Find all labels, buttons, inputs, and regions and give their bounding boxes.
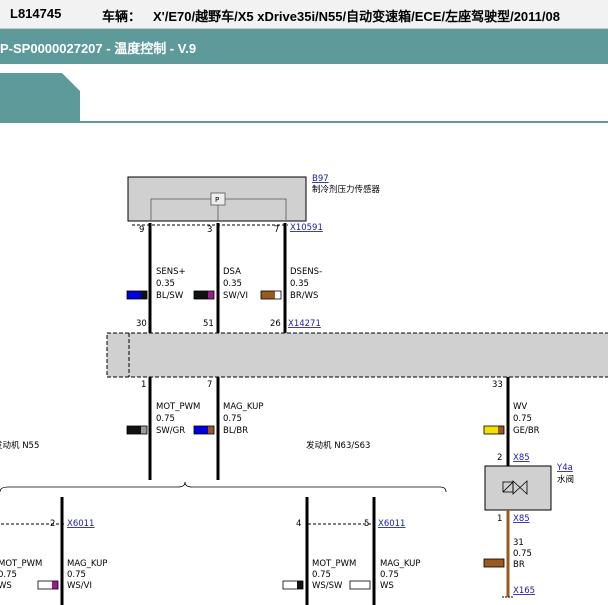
svg-text:BR/WS: BR/WS [290,291,318,301]
svg-text:GE/BR: GE/BR [513,426,540,436]
svg-text:31: 31 [513,538,524,548]
svg-text:BR: BR [513,560,525,570]
pin-9: 9 [139,225,144,235]
control-module-block [106,332,608,378]
variant-label-n55: 发动机 N55 [0,440,39,451]
valve-y4a-link[interactable]: Y4a [556,463,573,473]
wire-swatch-bl-br [193,425,215,435]
pin-valve-1: 1 [497,514,502,524]
wire-swatch-ws-vi [37,580,59,590]
wire-label-dsa: DSA 0.35 SW/VI [223,267,248,301]
pin-51: 51 [203,319,214,329]
pressure-symbol: P [215,196,219,204]
wire-label-mag-kup: MAG_KUP 0.75 BL/BR [223,402,264,436]
svg-text:0.75: 0.75 [513,549,532,559]
connector-x85-top-link[interactable]: X85 [513,453,530,463]
wire-label-31: 31 0.75 BR [513,538,532,570]
svg-text:0.75: 0.75 [223,414,242,424]
svg-text:0.75: 0.75 [312,570,331,580]
connector-x85-bottom-link[interactable]: X85 [513,514,530,524]
wire-swatch-ws-sw [282,580,304,590]
svg-text:BL/SW: BL/SW [156,291,184,301]
svg-text:WV: WV [513,402,527,412]
svg-text:0.75: 0.75 [156,414,175,424]
svg-text:0.35: 0.35 [290,279,309,289]
svg-text:0.75: 0.75 [67,570,86,580]
wire-swatch-ws [349,580,371,590]
svg-text:MOT_PWM: MOT_PWM [0,559,42,569]
svg-text:SW/VI: SW/VI [223,291,248,301]
connector-x165-link[interactable]: X165 [513,586,535,596]
svg-text:0.75: 0.75 [0,570,17,580]
svg-text:SW/GR: SW/GR [156,426,185,436]
pin-5: 5 [364,519,369,529]
wire-swatch-ge-br [483,425,505,435]
svg-text:MOT_PWM: MOT_PWM [312,559,356,569]
connector-x6011-left-link[interactable]: X6011 [67,519,94,529]
connector-x14271-link[interactable]: X14271 [288,319,321,329]
connector-x6011-right-link[interactable]: X6011 [378,519,405,529]
sensor-b97-name: 制冷剂压力传感器 [312,184,381,195]
sensor-b97-link[interactable]: B97 [312,174,329,184]
pin-valve-2: 2 [497,453,502,463]
pin-1: 1 [141,380,146,390]
wire-swatch-sw-gr [126,425,148,435]
pin-7-lower: 7 [207,380,212,390]
svg-text:WS: WS [380,581,394,591]
svg-text:MAG_KUP: MAG_KUP [380,559,421,569]
wire-swatch-br-ws [260,290,282,300]
connector-x10591-link[interactable]: X10591 [290,223,323,233]
wire-swatch-sw-vi [193,290,215,300]
wire-swatch-br [483,558,505,568]
svg-text:SENS+: SENS+ [156,267,186,277]
valve-y4a-name: 水阀 [557,474,574,485]
svg-text:MOT_PWM: MOT_PWM [156,402,200,412]
variant-brace [0,481,447,493]
wire-label-mag-kup-n55: MAG_KUP 0.75 WS/VI [67,559,108,591]
variant-label-n63: 发动机 N63/S63 [306,440,370,451]
wiring-diagram: P B97 制冷剂压力传感器 X10591 9 3 7 SENS+ 0.35 B… [0,174,608,605]
svg-text:WS/VI: WS/VI [67,581,92,591]
pin-7: 7 [274,225,279,235]
wire-label-mot-pwm-n55: MOT_PWM 0.75 WS [0,559,42,591]
svg-text:MAG_KUP: MAG_KUP [67,559,108,569]
svg-text:0.75: 0.75 [380,570,399,580]
svg-text:DSA: DSA [223,267,241,277]
pin-4: 4 [296,519,301,529]
svg-text:0.35: 0.35 [156,279,175,289]
svg-text:0.75: 0.75 [513,414,532,424]
wire-label-dsens-minus: DSENS- 0.35 BR/WS [290,267,322,301]
svg-text:WS: WS [0,581,12,591]
valve-y4a-box [484,465,552,511]
svg-text:WS/SW: WS/SW [312,581,343,591]
wire-label-mag-kup-n63: MAG_KUP 0.75 WS [380,559,421,591]
pin-30: 30 [136,319,147,329]
wire-label-sens-plus: SENS+ 0.35 BL/SW [156,267,186,301]
pin-26: 26 [270,319,281,329]
svg-text:MAG_KUP: MAG_KUP [223,402,264,412]
svg-text:0.35: 0.35 [223,279,242,289]
svg-text:DSENS-: DSENS- [290,267,322,277]
pin-3: 3 [207,225,212,235]
wire-swatch-bl-sw [126,290,148,300]
pin-33: 33 [492,380,503,390]
wire-label-wv: WV 0.75 GE/BR [513,402,540,436]
svg-text:BL/BR: BL/BR [223,426,248,436]
